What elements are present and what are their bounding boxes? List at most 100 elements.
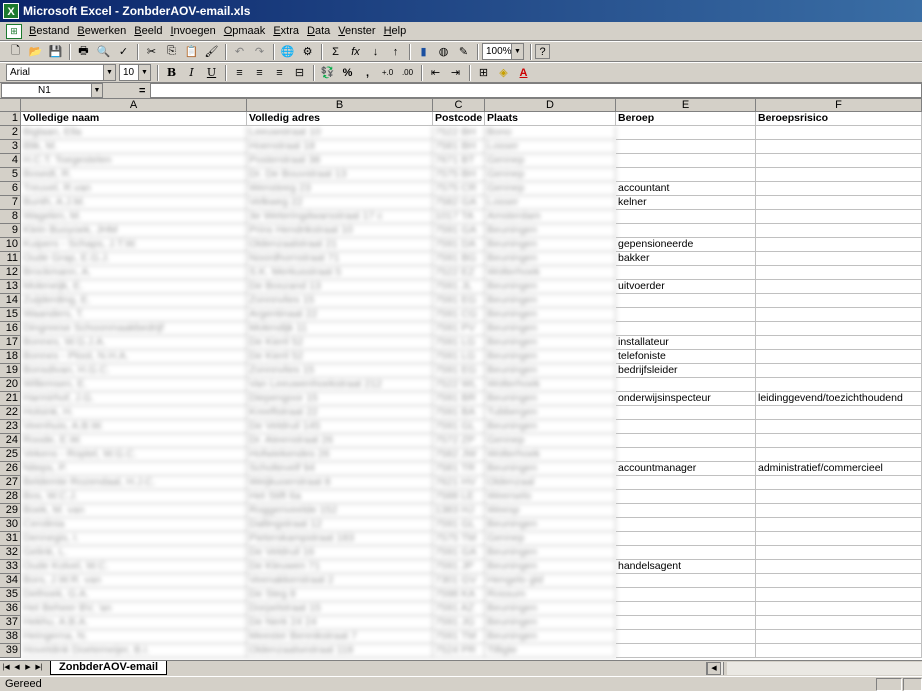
cell-c[interactable]: 7591 JG	[433, 616, 485, 630]
cell-f[interactable]	[756, 546, 922, 560]
cell-f[interactable]	[756, 196, 922, 210]
cell-b[interactable]: S.K. Merkusstraat 5	[247, 266, 433, 280]
cell-d[interactable]: Beuningen	[485, 616, 616, 630]
drawing-icon[interactable]: ✎	[454, 43, 473, 61]
row-number[interactable]: 4	[0, 154, 21, 168]
cell-b[interactable]: Velkweg 22	[247, 196, 433, 210]
cell-f[interactable]	[756, 476, 922, 490]
save-icon[interactable]: 💾	[46, 43, 65, 61]
cell-e[interactable]: kelner	[616, 196, 756, 210]
cell-a[interactable]: Kuipers - Schaps, J.T.W.	[21, 238, 247, 252]
cell-e[interactable]	[616, 644, 756, 658]
cell-b[interactable]: Noordhornstraat 71	[247, 252, 433, 266]
cell-c[interactable]: 7522 WL	[433, 378, 485, 392]
cell-b[interactable]: Volledig adres	[247, 112, 433, 126]
cell-a[interactable]: Bonnes, W.G.J.A.	[21, 336, 247, 350]
cell-b[interactable]: Weijkuoerstraat 8	[247, 476, 433, 490]
cell-c[interactable]: 7621 HV	[433, 476, 485, 490]
cell-f[interactable]	[756, 560, 922, 574]
cell-d[interactable]: Gennep	[485, 532, 616, 546]
autosum-button[interactable]: Σ	[326, 43, 345, 61]
next-sheet-icon[interactable]: ▶	[23, 662, 33, 674]
cell-f[interactable]	[756, 616, 922, 630]
hyperlink-icon[interactable]: 🌐	[278, 43, 297, 61]
cell-c[interactable]: 7591 JL	[433, 280, 485, 294]
cell-a[interactable]: Waanders, T.	[21, 308, 247, 322]
cell-c[interactable]: 1383 HJ	[433, 504, 485, 518]
cell-b[interactable]: 3e Weteringdwarsstraat 17 c	[247, 210, 433, 224]
cell-e[interactable]: Beroep	[616, 112, 756, 126]
cell-b[interactable]: De Nerk 24 24	[247, 616, 433, 630]
menu-beeld[interactable]: Beeld	[130, 23, 166, 40]
cell-f[interactable]	[756, 420, 922, 434]
borders-icon[interactable]: ⊞	[474, 64, 493, 82]
cell-f[interactable]	[756, 252, 922, 266]
cell-d[interactable]: Beuningen	[485, 392, 616, 406]
cell-f[interactable]	[756, 294, 922, 308]
menu-opmaak[interactable]: Opmaak	[220, 23, 270, 40]
column-header-a[interactable]: A	[21, 99, 247, 112]
menu-help[interactable]: Help	[380, 23, 411, 40]
cell-a[interactable]: Niteps, P.	[21, 462, 247, 476]
cell-a[interactable]: Harmirhof, J.G.	[21, 392, 247, 406]
increase-indent-icon[interactable]: ⇥	[446, 64, 465, 82]
cell-b[interactable]: Dorpelstraat 15	[247, 602, 433, 616]
cell-c[interactable]: 7591 GA	[433, 546, 485, 560]
row-number[interactable]: 21	[0, 392, 21, 406]
row-number[interactable]: 38	[0, 630, 21, 644]
print-icon[interactable]: 🖶	[74, 43, 93, 61]
cell-a[interactable]: Klein Buoyoek, JHM	[21, 224, 247, 238]
row-number[interactable]: 25	[0, 448, 21, 462]
cell-e[interactable]: gepensioneerde	[616, 238, 756, 252]
menu-bewerken[interactable]: Bewerken	[73, 23, 130, 40]
cell-d[interactable]: Hengelo gld	[485, 574, 616, 588]
row-number[interactable]: 8	[0, 210, 21, 224]
row-number[interactable]: 35	[0, 588, 21, 602]
menu-invoegen[interactable]: Invoegen	[166, 23, 219, 40]
cell-f[interactable]	[756, 406, 922, 420]
cell-e[interactable]	[616, 378, 756, 392]
cell-c[interactable]: 7591 GA	[433, 224, 485, 238]
cell-c[interactable]: 7591 LG	[433, 350, 485, 364]
cell-c[interactable]: 7591 EG	[433, 364, 485, 378]
cell-e[interactable]	[616, 490, 756, 504]
cell-a[interactable]: Hoveldink Doetemeijer, B.I.	[21, 644, 247, 658]
cell-a[interactable]: Holsink, H.	[21, 406, 247, 420]
spreadsheet-grid[interactable]: A B C D E F 1 Volledige naam Volledig adres Postc…	[0, 99, 922, 660]
cell-a[interactable]: Oude Kolvel, W.C.	[21, 560, 247, 574]
cell-f[interactable]	[756, 140, 922, 154]
row-number[interactable]: 15	[0, 308, 21, 322]
cell-b[interactable]: De Kleuwen 71	[247, 560, 433, 574]
font-select[interactable]: Arial ▼	[6, 64, 116, 81]
cell-e[interactable]: uitvoerder	[616, 280, 756, 294]
cell-a[interactable]: Bonnes - Ploot, N.H.A.	[21, 350, 247, 364]
cell-d[interactable]: Oldenzaal	[485, 476, 616, 490]
cell-c[interactable]: 7581 TR	[433, 462, 485, 476]
row-number[interactable]: 19	[0, 364, 21, 378]
cell-b[interactable]: Veenakkerstraat 2	[247, 574, 433, 588]
bold-button[interactable]: B	[162, 64, 181, 82]
cell-d[interactable]: Gennep	[485, 434, 616, 448]
cell-f[interactable]	[756, 126, 922, 140]
help-button[interactable]: ?	[535, 44, 550, 59]
cell-f[interactable]	[756, 434, 922, 448]
cell-f[interactable]	[756, 210, 922, 224]
cell-d[interactable]: Tubbergen	[485, 406, 616, 420]
cell-d[interactable]: Amsterdam	[485, 210, 616, 224]
cell-c[interactable]: 7591 BG	[433, 252, 485, 266]
cell-b[interactable]: Meester Bennikstraat 7	[247, 630, 433, 644]
new-icon[interactable]: 🗋	[6, 43, 25, 61]
cell-d[interactable]: Beuningen	[485, 280, 616, 294]
cell-a[interactable]: Volledige naam	[21, 112, 247, 126]
cell-f[interactable]	[756, 280, 922, 294]
align-center-icon[interactable]: ≡	[250, 64, 269, 82]
row-number[interactable]: 18	[0, 350, 21, 364]
cell-f[interactable]	[756, 490, 922, 504]
cell-b[interactable]: Oldenzaalsestraat 118	[247, 644, 433, 658]
cell-c[interactable]: 7591 LG	[433, 336, 485, 350]
cell-e[interactable]: bedrijfsleider	[616, 364, 756, 378]
cell-e[interactable]: bakker	[616, 252, 756, 266]
cell-b[interactable]: Het Stift 6a	[247, 490, 433, 504]
cell-a[interactable]: Bonsdivan, H.G.C.	[21, 364, 247, 378]
cell-b[interactable]: De Boszand 13	[247, 280, 433, 294]
